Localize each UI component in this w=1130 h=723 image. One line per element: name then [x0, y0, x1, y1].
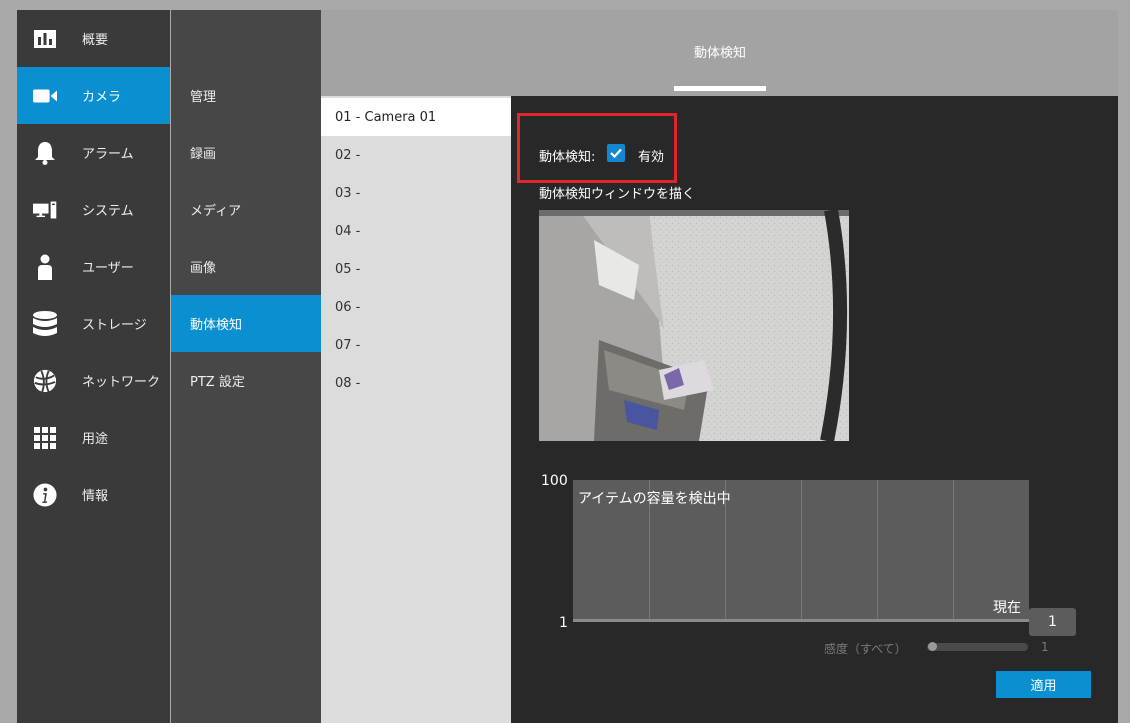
nav-item-info[interactable]: 情報	[17, 466, 170, 523]
nav-item-overview[interactable]: 概要	[17, 10, 170, 67]
subnav-item-ptz-settings[interactable]: PTZ 設定	[171, 352, 321, 409]
draw-window-label: 動体検知ウィンドウを描く	[539, 187, 696, 202]
bell-icon	[33, 141, 57, 165]
bar-chart-icon	[33, 27, 57, 51]
nav-item-label: 情報	[82, 489, 109, 504]
nav-item-label: ネットワーク	[82, 375, 161, 390]
nav-item-alarm[interactable]: アラーム	[17, 124, 170, 181]
page-header: 動体検知	[321, 10, 1118, 96]
nav-item-storage[interactable]: ストレージ	[17, 295, 170, 352]
secondary-sidebar: 管理 録画 メディア 画像 動体検知 PTZ 設定	[171, 10, 321, 723]
grid-icon	[33, 426, 57, 450]
sensitivity-slider[interactable]	[927, 642, 1028, 651]
camera-list-item[interactable]: 08 -	[321, 364, 511, 402]
primary-sidebar: 概要 カメラ アラーム システム ユーザー ストレージ ネットワーク 用途 情報	[17, 10, 170, 723]
camera-list: 01 - Camera 01 02 - 03 - 04 - 05 - 06 - …	[321, 96, 511, 723]
camera-list-item[interactable]: 06 -	[321, 288, 511, 326]
nav-item-label: ストレージ	[82, 318, 147, 333]
info-icon	[33, 482, 57, 507]
nav-item-label: 概要	[82, 33, 109, 48]
computer-icon	[33, 198, 57, 222]
nav-item-label: 用途	[82, 432, 109, 447]
graph-gridline	[877, 480, 878, 619]
graph-gridline	[953, 480, 954, 619]
graph-gridline	[801, 480, 802, 619]
sensitivity-label: 感度（すべて）	[824, 642, 907, 656]
subnav-item-media[interactable]: メディア	[171, 181, 321, 238]
nav-item-label: カメラ	[82, 90, 122, 105]
subnav-item-recording[interactable]: 録画	[171, 124, 321, 181]
apply-button[interactable]: 適用	[996, 671, 1091, 698]
motion-level-graph: アイテムの容量を検出中 現在	[573, 480, 1029, 622]
nav-item-network[interactable]: ネットワーク	[17, 352, 170, 409]
subnav-item-management[interactable]: 管理	[171, 67, 321, 124]
graph-title: アイテムの容量を検出中	[578, 491, 731, 507]
active-tab-indicator	[674, 86, 766, 91]
user-icon	[33, 254, 57, 280]
globe-icon	[33, 369, 57, 393]
graph-y-max-label: 100	[541, 473, 568, 489]
current-label: 現在	[993, 600, 1021, 616]
nav-item-system[interactable]: システム	[17, 181, 170, 238]
camera-list-item[interactable]: 07 -	[321, 326, 511, 364]
nav-item-label: ユーザー	[82, 261, 134, 276]
nav-item-label: アラーム	[82, 147, 134, 162]
motion-detection-enable-checkbox[interactable]	[607, 144, 625, 162]
current-value-badge: 1	[1029, 608, 1076, 636]
sensitivity-slider-handle[interactable]	[928, 642, 937, 651]
check-icon	[610, 148, 622, 158]
nav-item-camera[interactable]: カメラ	[17, 67, 170, 124]
subnav-item-motion-detection[interactable]: 動体検知	[171, 295, 321, 352]
sensitivity-value: 1	[1041, 640, 1049, 654]
nav-item-user[interactable]: ユーザー	[17, 238, 170, 295]
tab-motion-detection[interactable]: 動体検知	[674, 10, 766, 92]
video-camera-icon	[33, 84, 57, 108]
camera-list-item[interactable]: 02 -	[321, 136, 511, 174]
camera-list-item[interactable]: 04 -	[321, 212, 511, 250]
camera-list-item[interactable]: 03 -	[321, 174, 511, 212]
camera-list-item[interactable]: 01 - Camera 01	[321, 98, 511, 136]
database-icon	[33, 310, 57, 336]
nav-item-applications[interactable]: 用途	[17, 409, 170, 466]
nav-item-label: システム	[82, 204, 134, 219]
subnav-item-image[interactable]: 画像	[171, 238, 321, 295]
camera-list-item[interactable]: 05 -	[321, 250, 511, 288]
enable-checkbox-label: 有効	[638, 150, 665, 165]
motion-detection-label: 動体検知:	[539, 150, 596, 165]
motion-detection-panel: 動体検知: 有効 動体検知ウィンドウを描く 100 1 アイテムの容量を検出中 …	[511, 96, 1118, 723]
camera-preview[interactable]	[539, 210, 849, 441]
graph-y-min-label: 1	[559, 615, 568, 631]
